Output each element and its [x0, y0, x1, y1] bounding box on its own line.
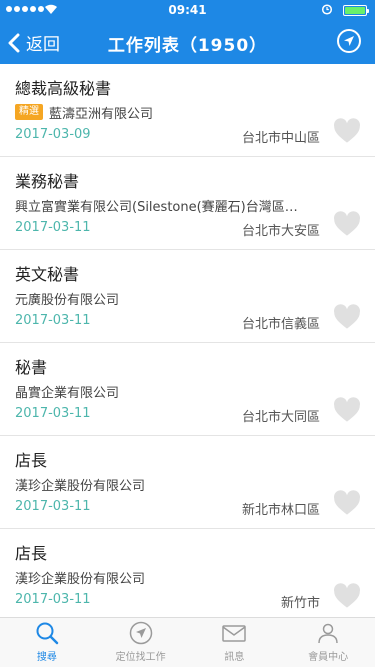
job-title: 英文秘書 — [15, 265, 80, 284]
job-location: 台北市信義區 — [241, 317, 320, 332]
job-location: 台北市中山區 — [241, 131, 320, 146]
job-list-item[interactable]: 總裁高級秘書 精選 藍濤亞洲有限公司 2017-03-09 台北市中山區 — [0, 64, 375, 157]
post-date: 2017-03-11 — [15, 313, 91, 328]
featured-badge: 精選 — [15, 104, 43, 120]
tab-messages[interactable]: 訊息 — [188, 618, 282, 667]
favorite-heart-icon[interactable] — [333, 211, 361, 237]
alarm-icon — [321, 4, 333, 15]
navigation-bar: 返回 工作列表（1950） — [0, 20, 375, 64]
post-date: 2017-03-11 — [15, 499, 91, 514]
tab-search[interactable]: 搜尋 — [0, 618, 94, 667]
job-location: 台北市大同區 — [241, 410, 320, 425]
job-list-item[interactable]: 店長 漢珍企業股份有限公司 2017-03-11 新北市林口區 — [0, 436, 375, 529]
job-title: 業務秘書 — [15, 172, 80, 191]
tab-label: 訊息 — [224, 652, 245, 663]
favorite-heart-icon[interactable] — [333, 583, 361, 609]
favorite-heart-icon[interactable] — [333, 304, 361, 330]
user-icon — [318, 623, 338, 644]
job-title: 總裁高級秘書 — [15, 79, 112, 98]
tab-member-center[interactable]: 會員中心 — [281, 618, 375, 667]
job-list-item[interactable]: 店長 漢珍企業股份有限公司 2017-03-11 新竹市 — [0, 529, 375, 617]
location-arrow-icon — [344, 36, 354, 46]
tab-bar: 搜尋 定位找工作 訊息 會員中心 — [0, 617, 375, 667]
back-button[interactable]: 返回 — [8, 30, 60, 55]
search-icon — [36, 622, 59, 645]
post-date: 2017-03-11 — [15, 406, 91, 421]
battery-icon — [343, 5, 369, 16]
job-location: 新北市林口區 — [241, 503, 320, 518]
job-title: 店長 — [15, 544, 48, 563]
post-date: 2017-03-11 — [15, 592, 91, 607]
company-name: 興立富實業有限公司(Silestone(賽麗石)台灣區… — [15, 199, 298, 215]
company-name: 藍濤亞洲有限公司 — [49, 106, 154, 122]
company-name: 晶實企業有限公司 — [15, 385, 120, 401]
favorite-heart-icon[interactable] — [333, 490, 361, 516]
locate-button[interactable] — [337, 29, 361, 53]
envelope-icon — [222, 625, 247, 642]
job-location: 台北市大安區 — [241, 224, 320, 239]
job-title: 秘書 — [15, 358, 48, 377]
job-list[interactable]: 總裁高級秘書 精選 藍濤亞洲有限公司 2017-03-09 台北市中山區 業務秘… — [0, 64, 375, 617]
job-list-item[interactable]: 秘書 晶實企業有限公司 2017-03-11 台北市大同區 — [0, 343, 375, 436]
job-list-item[interactable]: 英文秘書 元廣股份有限公司 2017-03-11 台北市信義區 — [0, 250, 375, 343]
status-bar: 09:41 — [0, 0, 375, 20]
job-list-item[interactable]: 業務秘書 興立富實業有限公司(Silestone(賽麗石)台灣區… 2017-0… — [0, 157, 375, 250]
post-date: 2017-03-09 — [15, 127, 91, 142]
company-name: 漢珍企業股份有限公司 — [15, 478, 146, 494]
back-label: 返回 — [26, 35, 60, 55]
location-arrow-icon — [129, 621, 152, 645]
company-name: 漢珍企業股份有限公司 — [15, 571, 146, 587]
job-location: 新竹市 — [280, 596, 320, 611]
post-date: 2017-03-11 — [15, 220, 91, 235]
company-name: 元廣股份有限公司 — [15, 292, 120, 308]
tab-label: 會員中心 — [308, 652, 349, 663]
favorite-heart-icon[interactable] — [333, 397, 361, 423]
chevron-left-icon — [8, 33, 20, 52]
tab-label: 定位找工作 — [115, 652, 166, 663]
tab-locate-jobs[interactable]: 定位找工作 — [94, 618, 188, 667]
tab-label: 搜尋 — [36, 652, 57, 663]
job-title: 店長 — [15, 451, 48, 470]
favorite-heart-icon[interactable] — [333, 118, 361, 144]
status-time: 09:41 — [168, 3, 207, 17]
